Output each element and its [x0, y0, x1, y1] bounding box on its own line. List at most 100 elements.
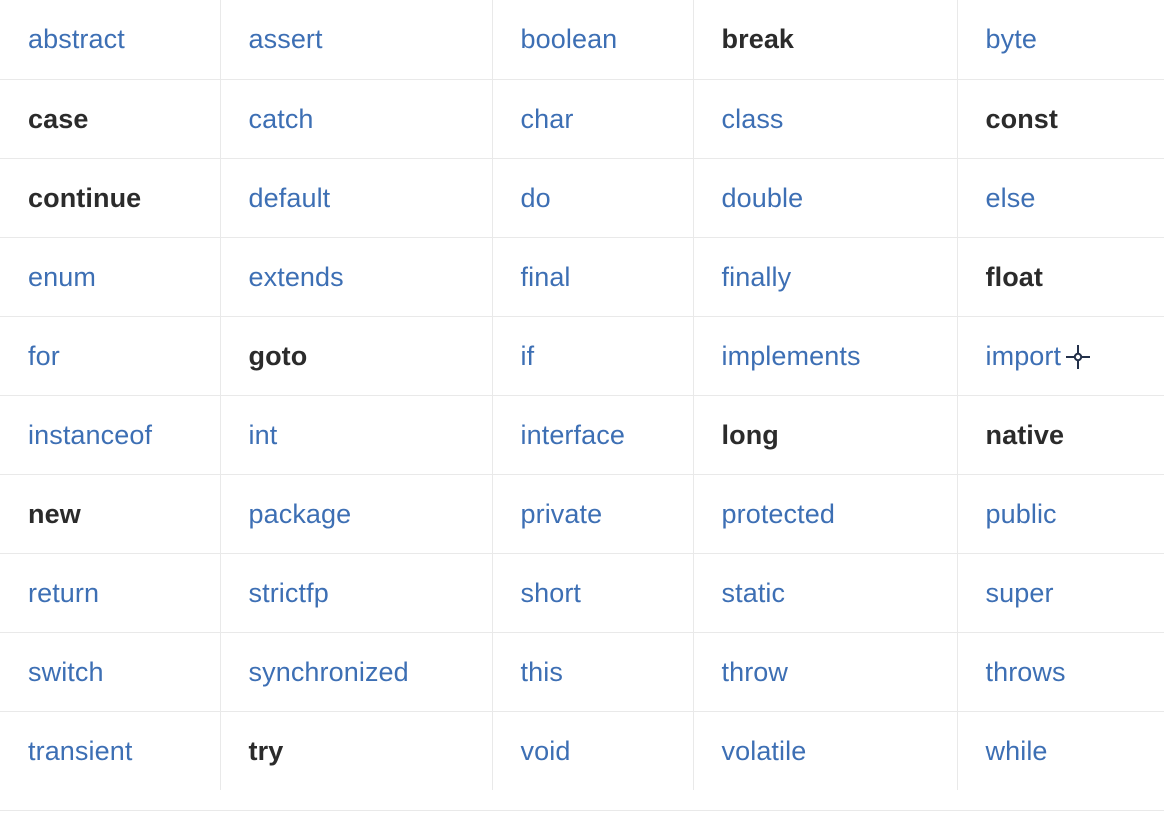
keyword-link[interactable]: else	[986, 183, 1036, 213]
keyword-link[interactable]: this	[521, 657, 563, 687]
keyword-cell[interactable]: volatile	[693, 711, 958, 790]
table-row: switch synchronized this throw throws	[0, 632, 1164, 712]
keyword-cell[interactable]: catch	[220, 79, 493, 159]
keyword-cell[interactable]: while	[957, 711, 1164, 790]
keyword-link[interactable]: double	[722, 183, 804, 213]
keyword-link[interactable]: package	[249, 499, 352, 529]
table-row: abstract assert boolean break byte	[0, 0, 1164, 80]
keyword-link[interactable]: import	[986, 341, 1062, 371]
keyword-link[interactable]: throw	[722, 657, 789, 687]
keyword-link[interactable]: strictfp	[249, 578, 329, 608]
keyword-cell: float	[957, 237, 1164, 317]
keyword-link[interactable]: catch	[249, 104, 314, 134]
keyword-link[interactable]: transient	[28, 736, 132, 766]
keyword-cell: break	[693, 0, 958, 80]
keyword-cell[interactable]: double	[693, 158, 958, 238]
keyword-link[interactable]: abstract	[28, 24, 125, 54]
keyword-link[interactable]: implements	[722, 341, 861, 371]
keyword-link[interactable]: for	[28, 341, 60, 371]
keyword-link[interactable]: synchronized	[249, 657, 409, 687]
keyword-link[interactable]: char	[521, 104, 574, 134]
keyword-cell: goto	[220, 316, 493, 396]
keyword-cell[interactable]: strictfp	[220, 553, 493, 633]
table-row: instanceof int interface long native	[0, 395, 1164, 475]
keyword-cell[interactable]: instanceof	[0, 395, 221, 475]
keyword-link[interactable]: void	[521, 736, 571, 766]
keyword-link[interactable]: int	[249, 420, 278, 450]
keyword-cell[interactable]: transient	[0, 711, 221, 790]
keyword-cell[interactable]: assert	[220, 0, 493, 80]
keyword-text: goto	[248, 340, 308, 371]
keyword-link[interactable]: public	[986, 499, 1057, 529]
keyword-link[interactable]: assert	[249, 24, 323, 54]
keyword-cell[interactable]: private	[492, 474, 694, 554]
keyword-cell[interactable]: char	[492, 79, 694, 159]
keyword-cell[interactable]: package	[220, 474, 493, 554]
keyword-cell[interactable]: boolean	[492, 0, 694, 80]
keyword-cell[interactable]: enum	[0, 237, 221, 317]
table-row: return strictfp short static super	[0, 553, 1164, 633]
keyword-link[interactable]: extends	[249, 262, 344, 292]
keyword-cell[interactable]: interface	[492, 395, 694, 475]
keyword-cell[interactable]: switch	[0, 632, 221, 712]
keyword-cell[interactable]: void	[492, 711, 694, 790]
table-row: new package private protected public	[0, 474, 1164, 554]
keyword-link[interactable]: private	[521, 499, 603, 529]
keyword-cell[interactable]: else	[957, 158, 1164, 238]
keyword-cell[interactable]: throw	[693, 632, 958, 712]
keyword-cell[interactable]: public	[957, 474, 1164, 554]
keyword-cell[interactable]: byte	[957, 0, 1164, 80]
keyword-cell[interactable]: this	[492, 632, 694, 712]
keyword-link[interactable]: if	[521, 341, 535, 371]
keyword-link[interactable]: super	[986, 578, 1054, 608]
keyword-cell[interactable]: short	[492, 553, 694, 633]
keyword-cell: new	[0, 474, 221, 554]
keyword-link[interactable]: finally	[722, 262, 792, 292]
keyword-cell[interactable]: final	[492, 237, 694, 317]
keyword-link[interactable]: default	[249, 183, 331, 213]
keyword-cell: case	[0, 79, 221, 159]
keyword-table-container: abstract assert boolean break byte case catch c…	[0, 0, 1164, 818]
keyword-cell[interactable]: do	[492, 158, 694, 238]
keyword-text: native	[985, 419, 1065, 450]
java-keywords-table: abstract assert boolean break byte case catch c…	[0, 0, 1164, 790]
keyword-cell[interactable]: synchronized	[220, 632, 493, 712]
keyword-cell[interactable]: if	[492, 316, 694, 396]
keyword-link[interactable]: throws	[986, 657, 1066, 687]
keyword-cell[interactable]: protected	[693, 474, 958, 554]
keyword-cell[interactable]: return	[0, 553, 221, 633]
keyword-link[interactable]: do	[521, 183, 551, 213]
keyword-cell[interactable]: extends	[220, 237, 493, 317]
keyword-cell[interactable]: static	[693, 553, 958, 633]
keyword-link[interactable]: byte	[986, 24, 1037, 54]
keyword-cell[interactable]: abstract	[0, 0, 221, 80]
keyword-link[interactable]: protected	[722, 499, 835, 529]
keyword-link[interactable]: short	[521, 578, 582, 608]
keyword-cell[interactable]: super	[957, 553, 1164, 633]
table-row: continue default do double else	[0, 158, 1164, 238]
keyword-text: long	[721, 419, 779, 450]
keyword-cell[interactable]: throws	[957, 632, 1164, 712]
keyword-link[interactable]: instanceof	[28, 420, 152, 450]
keyword-link[interactable]: enum	[28, 262, 96, 292]
table-row: transient try void volatile while	[0, 711, 1164, 790]
keyword-link[interactable]: return	[28, 578, 99, 608]
keyword-link[interactable]: volatile	[722, 736, 807, 766]
keyword-cell[interactable]: for	[0, 316, 221, 396]
keyword-link[interactable]: final	[521, 262, 571, 292]
keyword-cell[interactable]: default	[220, 158, 493, 238]
keyword-link[interactable]: switch	[28, 657, 104, 687]
table-row: enum extends final finally float	[0, 237, 1164, 317]
keyword-cell: try	[220, 711, 493, 790]
keyword-link[interactable]: static	[722, 578, 786, 608]
keyword-link[interactable]: while	[986, 736, 1048, 766]
keyword-cell[interactable]: int	[220, 395, 493, 475]
keyword-link[interactable]: interface	[521, 420, 625, 450]
keyword-cell[interactable]: implements	[693, 316, 958, 396]
keyword-link[interactable]: boolean	[521, 24, 618, 54]
keyword-link[interactable]: class	[722, 104, 784, 134]
table-row: for goto if implements import	[0, 316, 1164, 396]
keyword-cell[interactable]: import	[957, 316, 1164, 396]
keyword-cell[interactable]: finally	[693, 237, 958, 317]
keyword-cell[interactable]: class	[693, 79, 958, 159]
